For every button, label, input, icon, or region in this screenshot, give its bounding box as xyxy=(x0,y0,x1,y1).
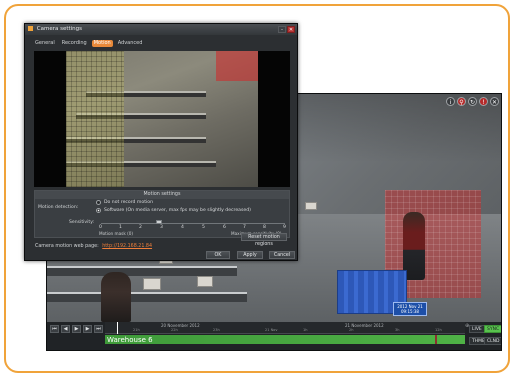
timestamp-time: 09:15:38 xyxy=(401,309,419,314)
camera-overlay-icons: i ⚲ ↻ ! ✕ xyxy=(446,97,499,106)
scale-tick: 2 xyxy=(139,225,142,230)
option-software-label: Software (On media server, max fps may b… xyxy=(104,208,251,213)
timeline-tick: 3h xyxy=(395,328,400,332)
search-icon[interactable]: ⚲ xyxy=(457,97,466,106)
reset-motion-regions-button[interactable]: Reset motion regions xyxy=(241,233,287,247)
shelf xyxy=(47,292,247,302)
dialog-title-bar[interactable]: Camera settings – ✕ xyxy=(25,24,297,35)
motion-settings-header: Motion settings xyxy=(35,191,289,199)
window-controls: – ✕ xyxy=(278,26,295,33)
minimize-icon[interactable]: – xyxy=(278,26,286,33)
step-back-icon[interactable]: ◀ xyxy=(61,325,70,333)
scale-tick: 0 xyxy=(99,225,102,230)
scale-tick: 4 xyxy=(181,225,184,230)
alert-icon[interactable]: ! xyxy=(479,97,488,106)
info-icon[interactable]: i xyxy=(446,97,455,106)
timeline-tick: 2h xyxy=(349,328,354,332)
camera-settings-dialog: Camera settings – ✕ General Recording Mo… xyxy=(24,23,298,261)
box xyxy=(143,278,161,290)
motion-mask-overlay xyxy=(66,51,124,187)
timeline-tick: 21 Nov xyxy=(265,328,278,332)
scale-tick: 7 xyxy=(243,225,246,230)
slider-track[interactable] xyxy=(101,223,285,224)
sensitivity-slider[interactable]: 0 1 2 3 4 5 6 7 8 9 xyxy=(97,220,289,231)
option-no-motion-label: Do not record motion xyxy=(104,200,154,205)
app-icon xyxy=(28,26,33,31)
dialog-title: Camera settings xyxy=(36,26,83,32)
motion-preview[interactable] xyxy=(34,51,290,187)
web-page-label: Camera motion web page: xyxy=(35,244,99,249)
play-icon[interactable]: ▶ xyxy=(72,325,81,333)
scale-tick: 6 xyxy=(223,225,226,230)
option-no-motion[interactable]: Do not record motion xyxy=(96,200,153,205)
preview-image xyxy=(66,51,258,187)
timeline-tick: 1h xyxy=(303,328,308,332)
box xyxy=(197,276,213,287)
radio-software[interactable] xyxy=(96,208,101,213)
calendar-button[interactable]: CLND xyxy=(484,337,501,345)
refresh-icon[interactable]: ↻ xyxy=(468,97,477,106)
recording-track[interactable] xyxy=(105,335,465,344)
box xyxy=(305,202,317,210)
sync-button[interactable]: SYNC xyxy=(484,325,501,333)
timeline-date-left: 20 November 2012 xyxy=(161,323,200,328)
scale-tick: 3 xyxy=(160,225,163,230)
dialog-tabs: General Recording Motion Advanced xyxy=(33,40,144,47)
timeline-tick: 12h xyxy=(435,328,442,332)
web-page-link[interactable]: http://192.168.21.84 xyxy=(102,244,152,249)
radio-no-motion[interactable] xyxy=(96,200,101,205)
motion-web-page-row: Camera motion web page: http://192.168.2… xyxy=(35,244,152,249)
worker-figure xyxy=(101,272,131,322)
tab-advanced[interactable]: Advanced xyxy=(116,40,145,47)
motion-detection-label: Motion detection: xyxy=(38,205,79,210)
skip-back-icon[interactable]: ⏮ xyxy=(50,325,59,333)
motion-settings-panel: Motion settings Motion detection: Do not… xyxy=(34,190,290,238)
tab-recording[interactable]: Recording xyxy=(60,40,89,47)
timeline-bar: ⏮ ◀ ▶ ▶ ⏭ 20 November 2012 21 November 2… xyxy=(47,322,501,350)
tab-general[interactable]: General xyxy=(33,40,57,47)
motion-region-overlay xyxy=(216,51,258,81)
slider-thumb[interactable] xyxy=(156,220,162,224)
timeline-tick: 23h xyxy=(213,328,220,332)
tab-motion[interactable]: Motion xyxy=(91,40,113,47)
playback-controls: ⏮ ◀ ▶ ▶ ⏭ xyxy=(50,325,103,333)
apply-button[interactable]: Apply xyxy=(237,251,263,259)
scale-tick: 9 xyxy=(283,225,286,230)
shelf xyxy=(47,266,237,276)
cancel-button[interactable]: Cancel xyxy=(269,251,295,259)
live-button[interactable]: LIVE xyxy=(469,325,485,333)
step-forward-icon[interactable]: ▶ xyxy=(83,325,92,333)
scale-tick: 5 xyxy=(202,225,205,230)
skip-forward-icon[interactable]: ⏭ xyxy=(94,325,103,333)
close-icon[interactable]: ✕ xyxy=(287,26,295,33)
option-software[interactable]: Software (On media server, max fps may b… xyxy=(96,208,251,213)
timestamp-badge: 2012 Nov 21 09:15:38 xyxy=(393,302,427,316)
scale-tick: 1 xyxy=(119,225,122,230)
scale-tick: 8 xyxy=(263,225,266,230)
timeline-camera-label: Warehouse 6 xyxy=(107,336,153,344)
timeline-tick: 21h xyxy=(133,328,140,332)
recording-marker xyxy=(435,335,437,344)
ok-button[interactable]: OK xyxy=(206,251,230,259)
timeline-cursor[interactable] xyxy=(117,322,118,334)
close-icon[interactable]: ✕ xyxy=(490,97,499,106)
timeline-ruler[interactable]: 20 November 2012 21 November 2012 21h 22… xyxy=(105,322,465,334)
sensitivity-label: Sensitivity: xyxy=(69,220,95,225)
timeline-tick: 22h xyxy=(171,328,178,332)
motion-mask-label: Motion mask (0) xyxy=(99,231,134,236)
